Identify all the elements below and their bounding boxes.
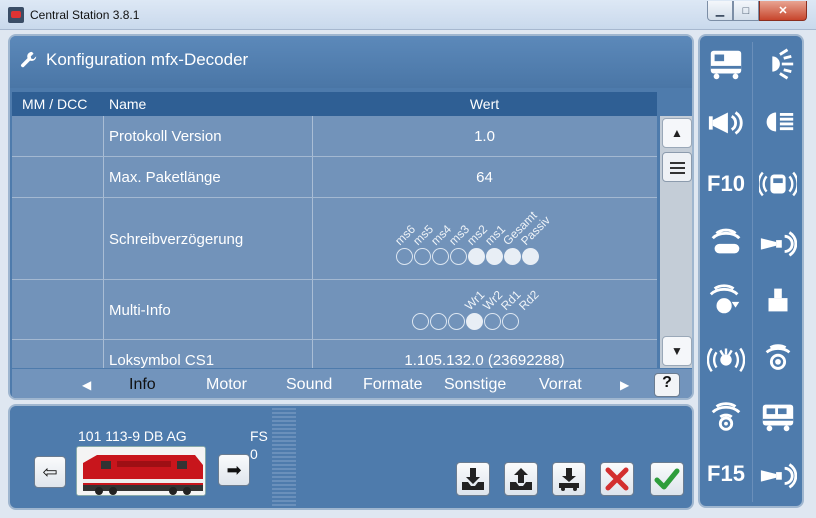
row-value: 1.0 — [474, 128, 495, 145]
maximize-button[interactable]: □ — [733, 1, 759, 21]
indicator-dot[interactable] — [432, 248, 449, 265]
row-name: Max. Paketlänge — [109, 169, 221, 186]
checkmark-icon — [654, 468, 680, 490]
row-name: Multi-Info — [109, 302, 171, 319]
loco-panel: ⇦ 101 113-9 DB AG ➡ FS 0 — [8, 404, 694, 510]
indicator-dot[interactable] — [504, 248, 521, 265]
tab-vorrat[interactable]: Vorrat — [539, 376, 582, 394]
window-title: Central Station 3.8.1 — [30, 8, 140, 22]
tab-scroll-right-icon[interactable]: ▶ — [620, 378, 629, 392]
tab-sound[interactable]: Sound — [286, 376, 332, 394]
column-header-name: Name — [109, 96, 147, 112]
table-header: MM / DCC Name Wert — [12, 92, 657, 116]
table-row[interactable]: Protokoll Version 1.0 — [12, 116, 657, 157]
tab-sonstige[interactable]: Sonstige — [444, 376, 506, 394]
download-icon — [462, 468, 484, 490]
table-row[interactable]: Max. Paketlänge 64 — [12, 157, 657, 198]
table-scrollbar[interactable]: ▲ ▼ — [660, 116, 692, 368]
fan-sound-icon[interactable] — [704, 278, 748, 322]
config-panel: Konfiguration mfx-Decoder MM / DCC Name … — [8, 34, 694, 400]
confirm-button[interactable] — [650, 462, 684, 496]
indicator-dot[interactable] — [414, 248, 431, 265]
wrench-icon — [20, 51, 37, 68]
radio-sound-icon[interactable] — [704, 394, 748, 438]
close-window-button[interactable]: ✕ — [759, 1, 807, 21]
indicator-dot[interactable] — [486, 248, 503, 265]
indicator-dot[interactable] — [448, 313, 465, 330]
indicator-dots — [396, 248, 539, 265]
high-beam-icon[interactable] — [756, 100, 800, 144]
scroll-down-button[interactable]: ▼ — [662, 336, 692, 366]
indicator-dot[interactable] — [466, 313, 483, 330]
table-row[interactable]: Multi-Info Wr1 Wr2 Rd1 Rd2 — [12, 280, 657, 340]
row-name: Schreibverzögerung — [109, 231, 244, 248]
horn-sound-icon[interactable] — [756, 220, 800, 264]
row-name: Protokoll Version — [109, 128, 222, 145]
write-to-loco-button[interactable] — [552, 462, 586, 496]
cab-icon[interactable] — [756, 394, 800, 438]
cancel-button[interactable] — [600, 462, 634, 496]
column-header-mm-dcc: MM / DCC — [22, 96, 88, 112]
speed-slider[interactable] — [272, 408, 296, 508]
f15-button[interactable]: F15 — [704, 452, 748, 496]
panel-header: Konfiguration mfx-Decoder — [10, 36, 692, 88]
app-icon — [8, 7, 24, 23]
minimize-button[interactable]: ▁ — [707, 1, 733, 21]
table-row[interactable]: Loksymbol CS1 1.105.132.0 (23692288) — [12, 340, 657, 368]
indicator-dots — [412, 313, 519, 330]
scroll-thumb[interactable] — [662, 152, 692, 182]
brake-squeal-icon[interactable] — [704, 336, 748, 380]
indicator-dot[interactable] — [484, 313, 501, 330]
f10-button[interactable]: F10 — [704, 162, 748, 206]
decoder-table: MM / DCC Name Wert Protokoll Version 1.0… — [12, 92, 657, 368]
coupler-icon[interactable] — [756, 278, 800, 322]
help-button[interactable]: ? — [654, 373, 680, 397]
whistle-icon[interactable] — [704, 220, 748, 264]
page-title: Konfiguration mfx-Decoder — [46, 50, 249, 69]
scroll-up-button[interactable]: ▲ — [662, 118, 692, 148]
locomotive-icon — [77, 447, 205, 495]
horn-icon[interactable] — [704, 100, 748, 144]
fs-label: FS — [250, 428, 268, 444]
function-panel: F10 F15 — [698, 34, 804, 508]
next-loco-button[interactable]: ➡ — [218, 454, 250, 486]
indicator-label: Rd2 — [516, 287, 542, 313]
indicator-dot[interactable] — [430, 313, 447, 330]
station-sound-icon[interactable] — [756, 336, 800, 380]
function-loco-icon[interactable] — [704, 42, 748, 86]
indicator-dot[interactable] — [412, 313, 429, 330]
horn2-icon[interactable] — [756, 452, 800, 496]
row-value: 1.105.132.0 (23692288) — [404, 352, 565, 368]
fs-value: 0 — [250, 446, 258, 462]
loco-download-icon — [559, 468, 579, 491]
tab-scroll-left-icon[interactable]: ◀ — [82, 378, 91, 392]
tab-formate[interactable]: Formate — [363, 376, 423, 394]
tab-bar: ◀ Info Motor Sound Formate Sonstige Vorr… — [12, 369, 692, 398]
indicator-dot[interactable] — [468, 248, 485, 265]
headlight-icon[interactable] — [756, 42, 800, 86]
loco-image[interactable] — [76, 446, 206, 496]
title-bar: Central Station 3.8.1 ▁ □ ✕ — [0, 0, 816, 30]
loco-name: 101 113-9 DB AG — [78, 428, 187, 444]
tab-motor[interactable]: Motor — [206, 376, 247, 394]
row-value: 64 — [476, 169, 493, 186]
upload-icon — [510, 468, 532, 490]
indicator-dot[interactable] — [450, 248, 467, 265]
close-icon — [605, 467, 629, 491]
indicator-dot[interactable] — [502, 313, 519, 330]
column-header-wert: Wert — [469, 96, 500, 112]
f10-label: F10 — [707, 171, 745, 196]
row-name: Loksymbol CS1 — [109, 352, 215, 368]
indicator-dot[interactable] — [396, 248, 413, 265]
table-row[interactable]: Schreibverzögerung ms6 ms5 ms4 ms3 ms2 ms1 Ges… — [12, 198, 657, 280]
f15-label: F15 — [707, 461, 745, 486]
tab-info[interactable]: Info — [129, 376, 156, 394]
previous-loco-button[interactable]: ⇦ — [34, 456, 66, 488]
upload-from-tray-button[interactable] — [504, 462, 538, 496]
indicator-dot[interactable] — [522, 248, 539, 265]
loco-sound-icon[interactable] — [756, 162, 800, 206]
download-to-tray-button[interactable] — [456, 462, 490, 496]
